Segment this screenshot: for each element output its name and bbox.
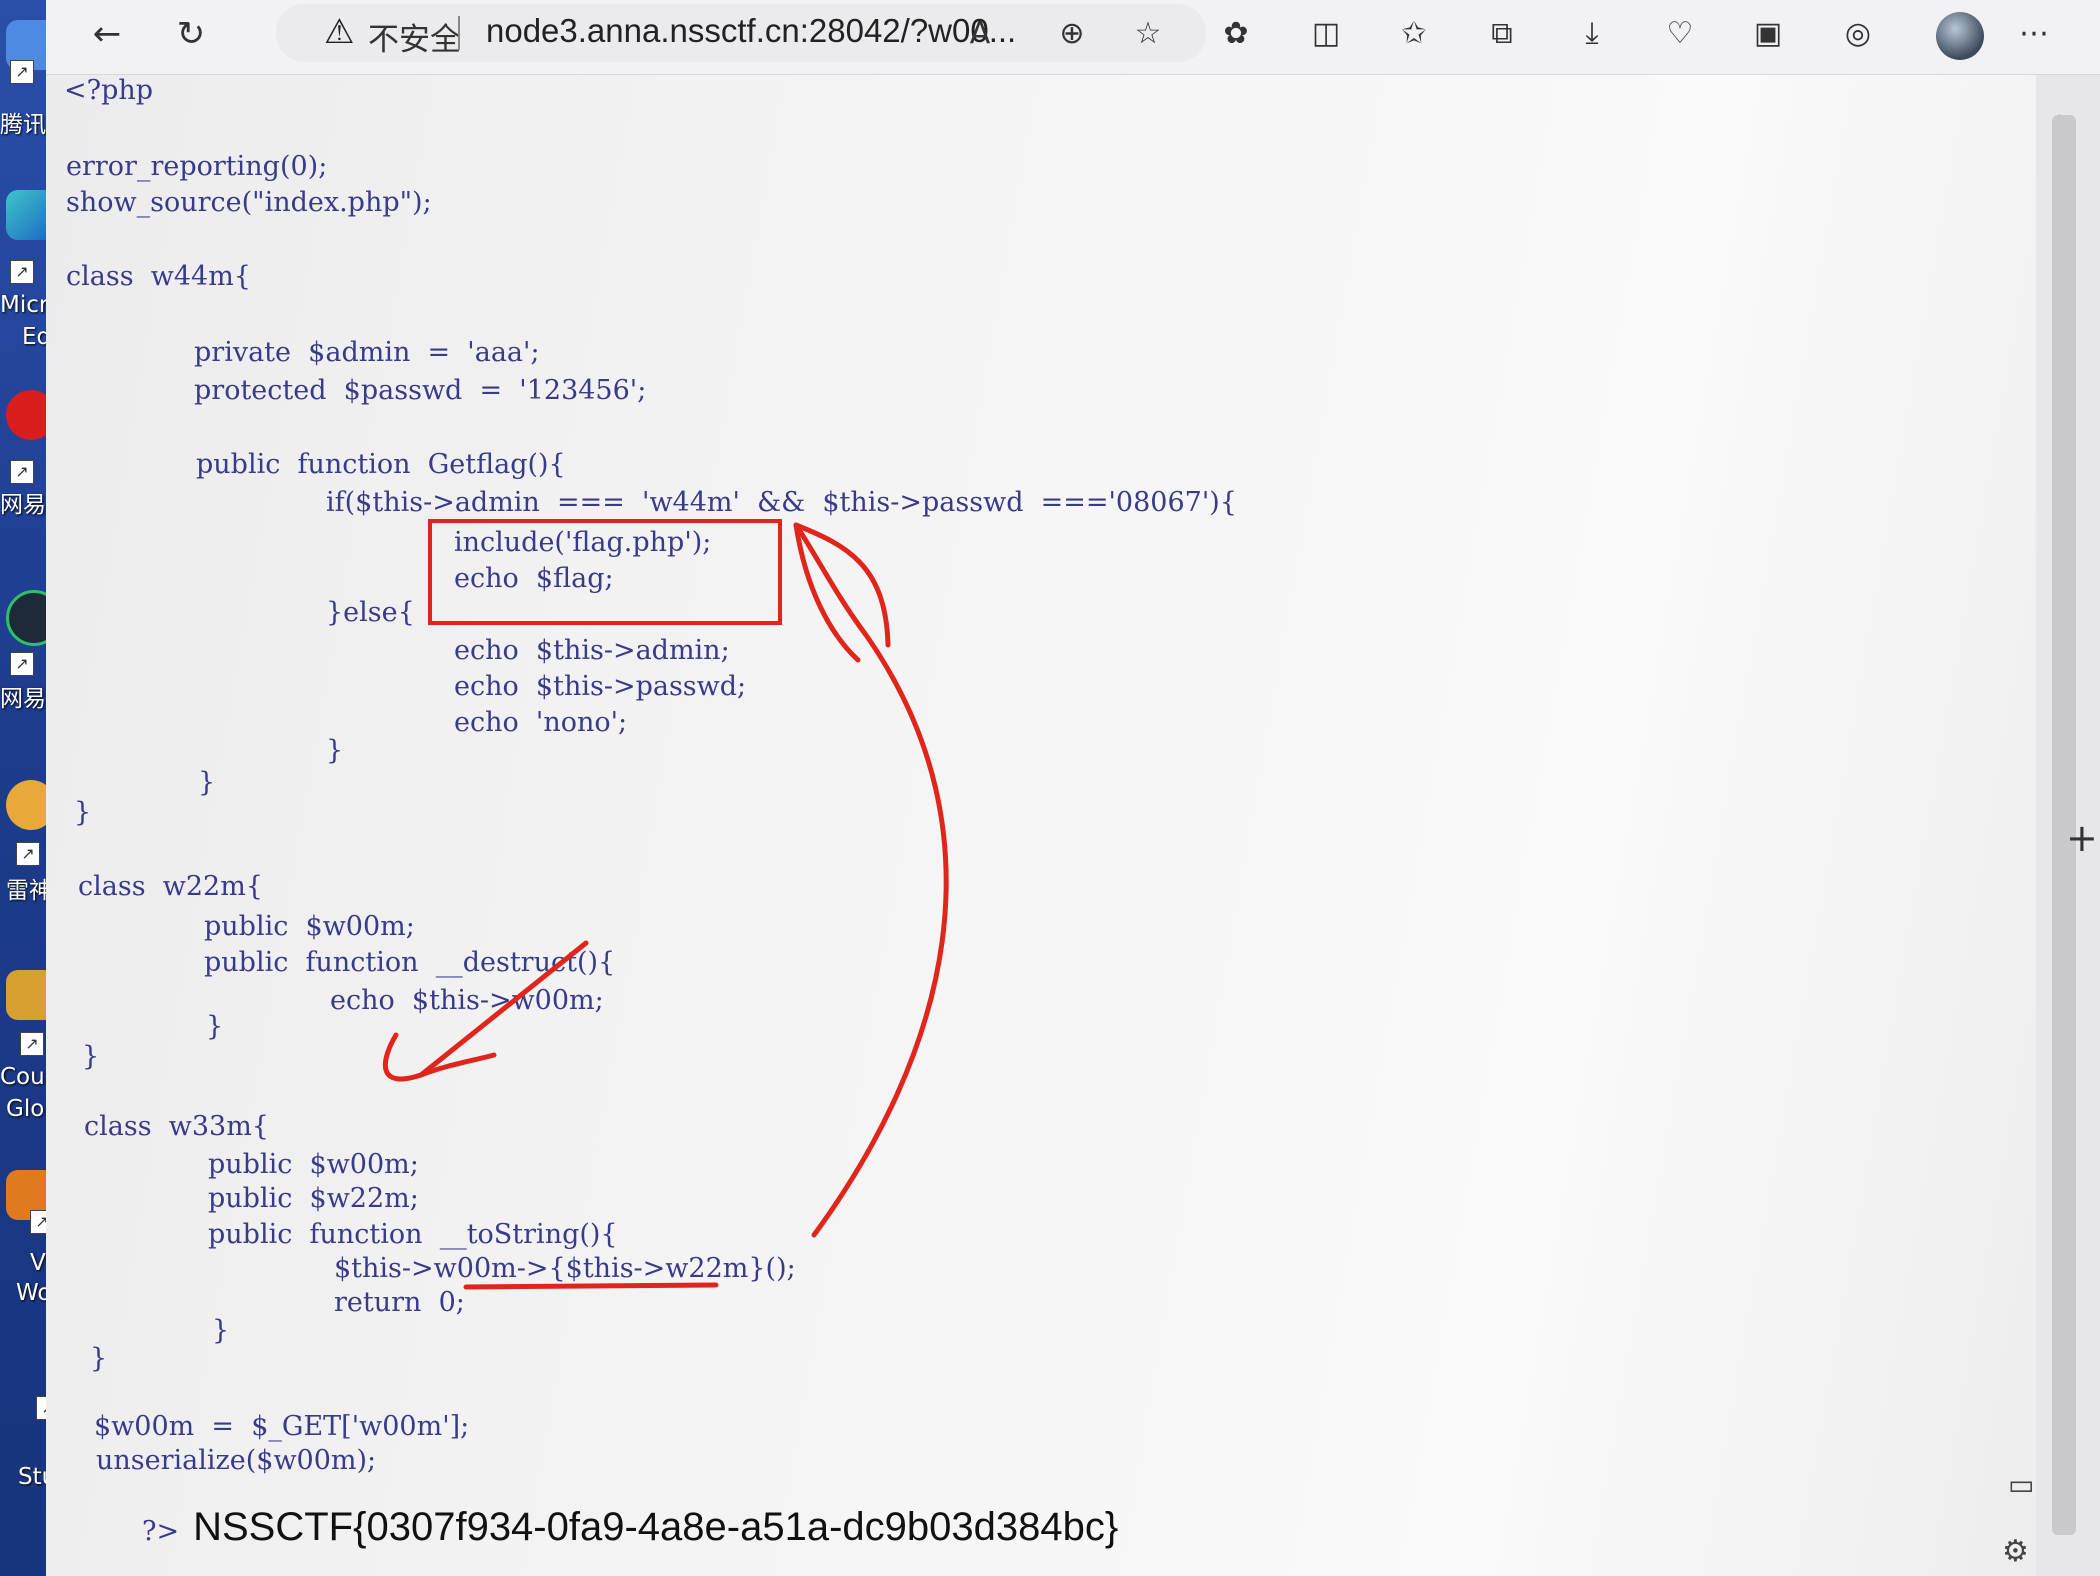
shortcut-arrow-icon: ↗ xyxy=(10,260,34,284)
code-line: if($this->admin === 'w44m' && $this->pas… xyxy=(326,487,1237,518)
zoom-icon[interactable]: ⊕ xyxy=(1050,12,1094,56)
security-label[interactable]: 不安全 xyxy=(368,14,461,59)
code-line: } xyxy=(82,1041,100,1072)
code-line: public $w00m; xyxy=(208,1149,419,1180)
code-line: public function __toString(){ xyxy=(208,1219,618,1250)
code-line: show_source("index.php"); xyxy=(66,187,432,218)
code-line: echo $this->admin; xyxy=(454,635,730,666)
back-icon[interactable]: ← xyxy=(82,8,132,60)
shortcut-arrow-icon: ↗ xyxy=(10,460,34,484)
code-line: $w00m = $_GET['w00m']; xyxy=(94,1411,470,1442)
split-screen-icon[interactable]: ◫ xyxy=(1304,12,1348,56)
code-line: class w22m{ xyxy=(78,871,263,902)
shortcut-arrow-icon: ↗ xyxy=(10,652,34,676)
code-line: echo $this->w00m; xyxy=(330,985,604,1016)
code-line: } xyxy=(206,1011,224,1042)
code-line: $this->w00m->{$this->w22m}(); xyxy=(334,1253,796,1284)
shortcut-arrow-icon: ↗ xyxy=(20,1032,44,1056)
code-line: echo 'nono'; xyxy=(454,707,628,738)
copilot-icon[interactable]: ◎ xyxy=(1836,12,1880,56)
code-line: class w44m{ xyxy=(66,261,251,292)
extensions-icon[interactable]: ✿ xyxy=(1214,12,1258,56)
url-text[interactable]: node3.anna.nssctf.cn:28042/?w00... xyxy=(486,12,1016,50)
gear-icon[interactable]: ⚙ xyxy=(2002,1534,2029,1569)
code-line: public function Getflag(){ xyxy=(196,449,566,480)
shortcut-arrow-icon: ↗ xyxy=(16,842,40,866)
sidebar-add-icon[interactable]: + xyxy=(2066,816,2098,860)
code-line: } xyxy=(326,735,344,766)
more-icon[interactable]: ⋯ xyxy=(2012,12,2056,56)
code-line: <?php xyxy=(64,75,154,106)
code-line: } xyxy=(74,797,92,828)
flag-text: NSSCTF{0307f934-0fa9-4a8e-a51a-dc9b03d38… xyxy=(193,1505,1119,1549)
code-line: } xyxy=(198,767,216,798)
code-line: } xyxy=(212,1315,230,1346)
php-close-tag: ?> xyxy=(142,1516,180,1547)
profile-avatar[interactable] xyxy=(1936,12,1984,60)
code-line: public $w00m; xyxy=(204,911,415,942)
code-line: private $admin = 'aaa'; xyxy=(194,337,540,368)
code-line: public $w22m; xyxy=(208,1183,419,1214)
code-line: echo $this->passwd; xyxy=(454,671,747,702)
highlight-box xyxy=(428,519,782,625)
sidebar-panel-icon[interactable]: ▭ xyxy=(2008,1468,2034,1501)
shortcut-arrow-icon: ↗ xyxy=(10,60,34,84)
read-aloud-icon[interactable]: A xyxy=(958,12,1002,56)
flag-output: ?> NSSCTF{0307f934-0fa9-4a8e-a51a-dc9b03d… xyxy=(142,1505,1118,1550)
address-separator xyxy=(458,16,460,50)
code-line: protected $passwd = '123456'; xyxy=(194,375,647,406)
collections-icon[interactable]: ⧉ xyxy=(1480,12,1524,56)
code-line: return 0; xyxy=(334,1287,465,1318)
code-line: class w33m{ xyxy=(84,1111,269,1142)
code-line: unserialize($w00m); xyxy=(96,1445,377,1476)
browser-toolbar: ← ↻ ⚠ 不安全 node3.anna.nssctf.cn:28042/?w0… xyxy=(46,0,2100,75)
health-icon[interactable]: ♡ xyxy=(1658,12,1702,56)
code-line: } xyxy=(90,1343,108,1374)
favorites-icon[interactable]: ✩ xyxy=(1392,12,1436,56)
warning-icon: ⚠ xyxy=(324,12,355,52)
code-line: public function __destruct(){ xyxy=(204,947,616,978)
code-line: error_reporting(0); xyxy=(66,151,328,182)
download-icon[interactable]: ⤓ xyxy=(1570,12,1614,56)
favorite-add-icon[interactable]: ☆ xyxy=(1126,12,1170,56)
code-line: }else{ xyxy=(326,597,415,628)
php-source: <?php error_reporting(0); show_source("i… xyxy=(46,75,2036,1576)
page-content: <?php error_reporting(0); show_source("i… xyxy=(46,75,2036,1576)
refresh-icon[interactable]: ↻ xyxy=(166,8,216,60)
math-solver-icon[interactable]: ▣ xyxy=(1746,12,1790,56)
